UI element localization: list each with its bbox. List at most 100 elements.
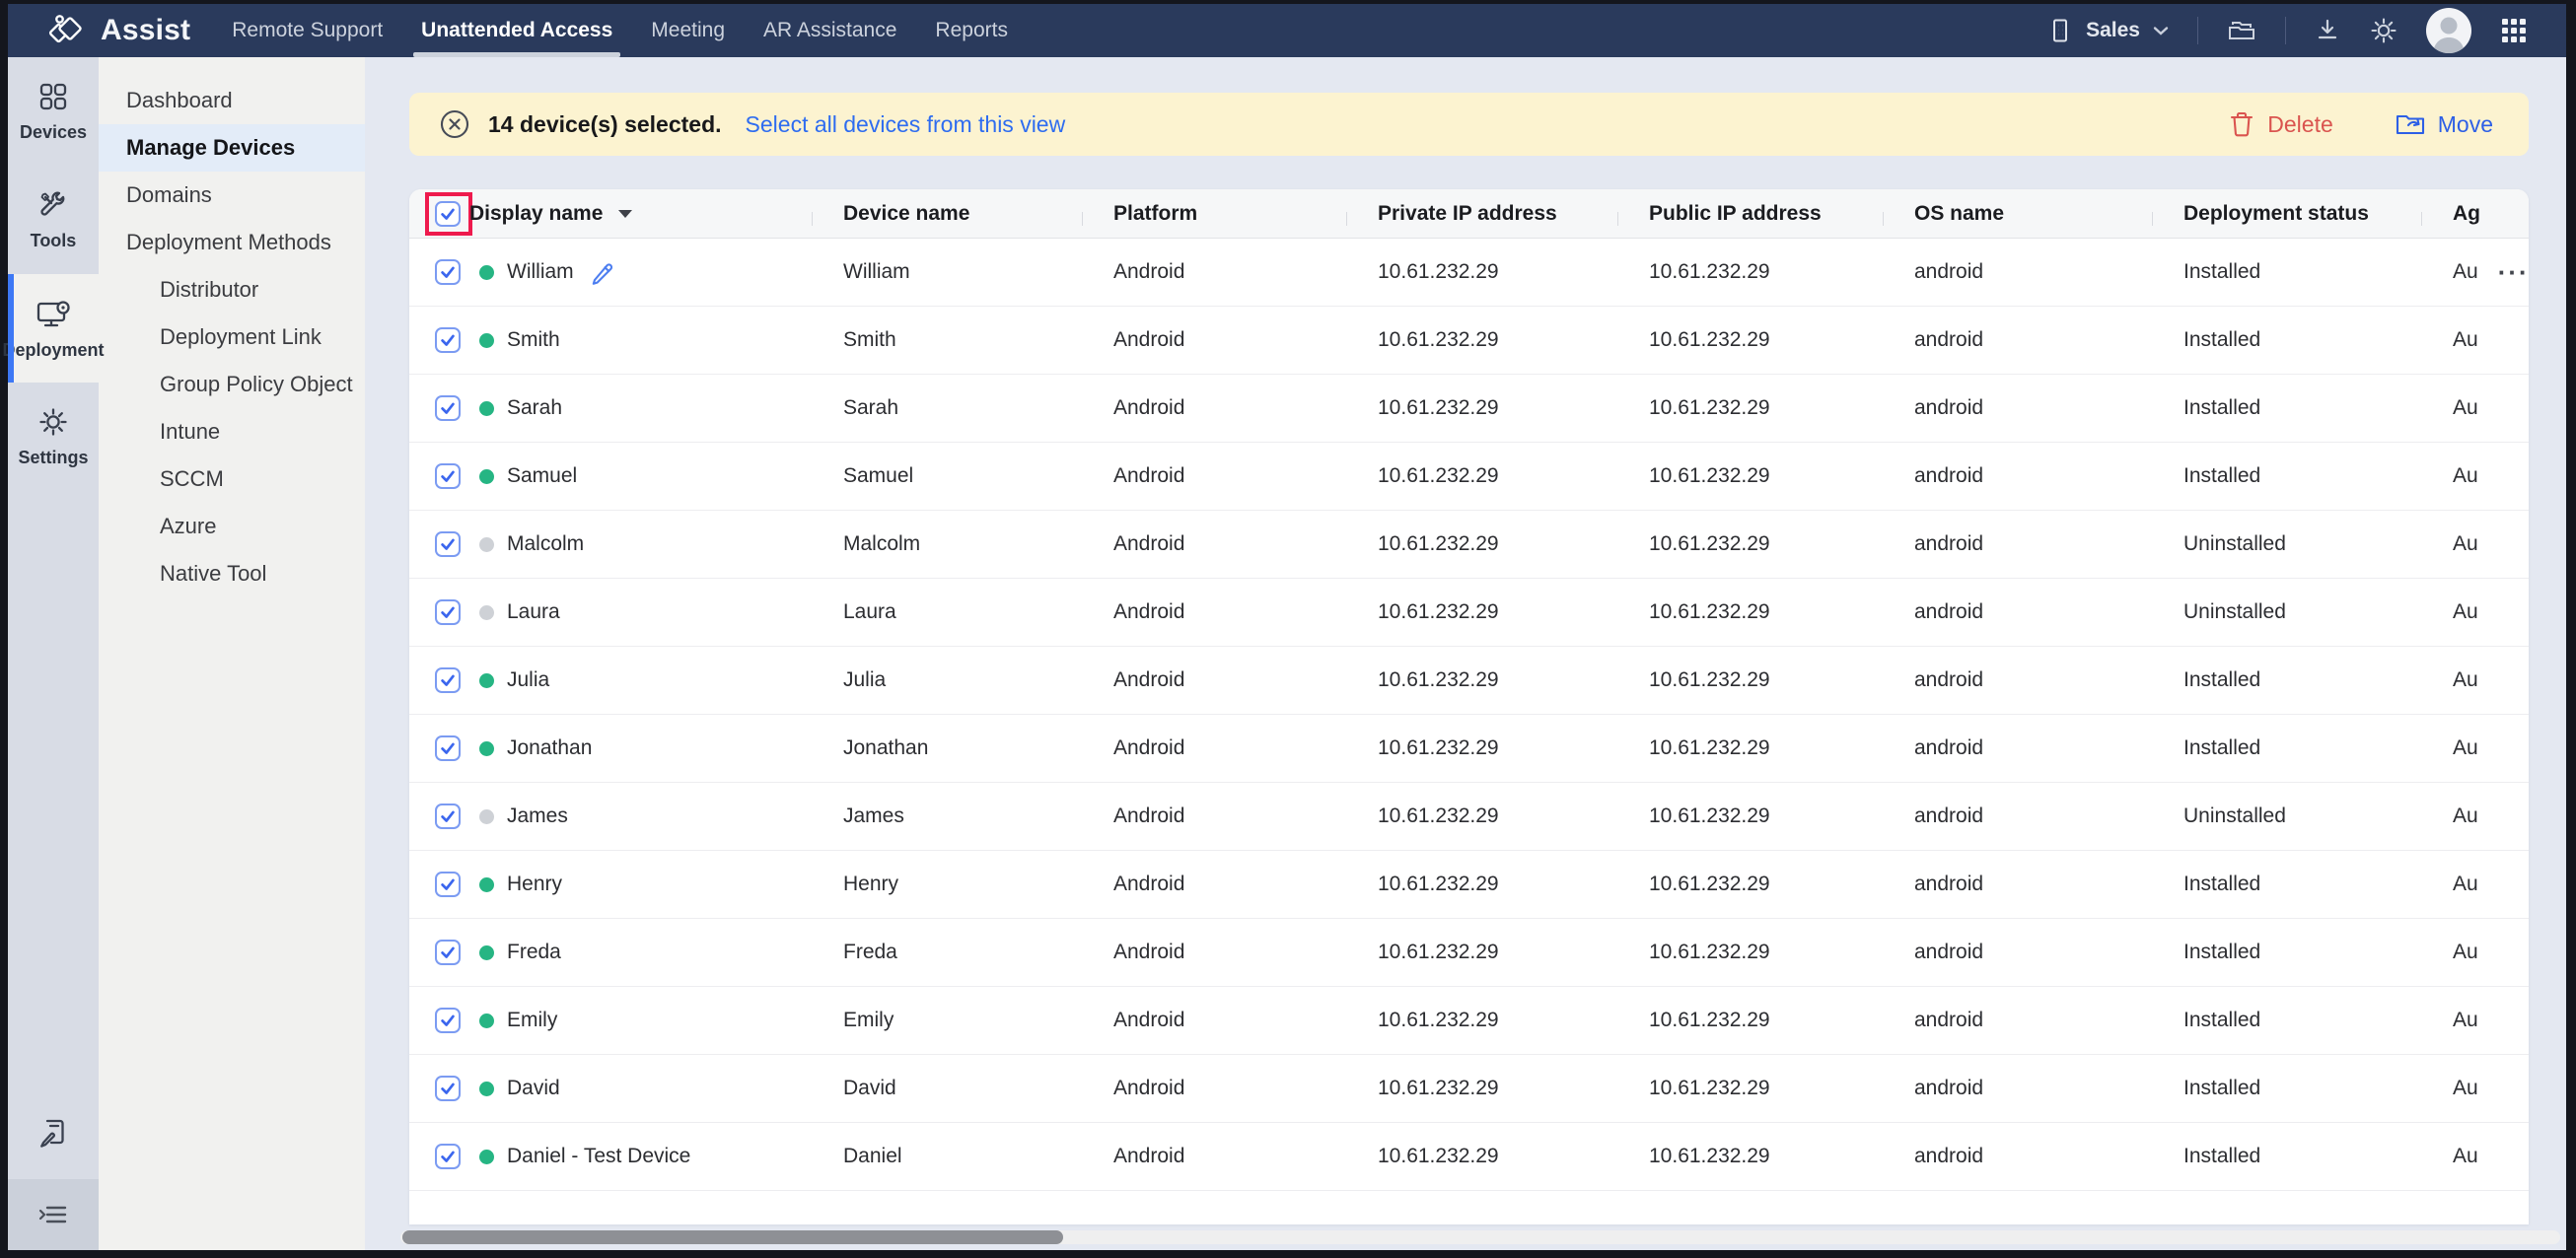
table-row[interactable]: Daniel - Test DeviceDanielAndroid10.61.2… [409,1123,2529,1191]
public-ip: 10.61.232.29 [1617,736,1883,760]
row-checkbox[interactable] [435,804,461,829]
divider [2197,17,2198,44]
table-row[interactable]: SmithSmithAndroid10.61.232.2910.61.232.2… [409,307,2529,375]
user-avatar[interactable] [2426,8,2471,53]
move-button[interactable]: Move [2395,110,2493,138]
row-checkbox[interactable] [435,395,461,421]
table-row[interactable]: FredaFredaAndroid10.61.232.2910.61.232.2… [409,919,2529,987]
row-more-actions-icon[interactable]: ··· [2498,259,2529,285]
rail-item-deployment[interactable]: Deployment [8,274,99,383]
os-name: android [1883,804,2152,828]
rail-item-tools[interactable]: Tools [8,166,99,274]
status-dot-online [479,945,494,960]
display-name: Samuel [507,464,577,488]
row-checkbox[interactable] [435,1076,461,1101]
public-ip: 10.61.232.29 [1617,1009,1883,1032]
table-row[interactable]: HenryHenryAndroid10.61.232.2910.61.232.2… [409,851,2529,919]
platform: Android [1082,1145,1346,1168]
status-dot-offline [479,605,494,620]
table-row[interactable]: SarahSarahAndroid10.61.232.2910.61.232.2… [409,375,2529,443]
table-row[interactable]: LauraLauraAndroid10.61.232.2910.61.232.2… [409,579,2529,647]
scrollbar-thumb[interactable] [402,1230,1063,1244]
settings-gear-icon[interactable] [2369,16,2398,45]
portal-selector[interactable]: Sales [2046,17,2170,44]
table-row[interactable]: MalcolmMalcolmAndroid10.61.232.2910.61.2… [409,511,2529,579]
session-notes-icon[interactable] [8,1084,99,1179]
agent-value: Au [2453,873,2478,896]
tab-reports[interactable]: Reports [935,4,1008,57]
select-all-link[interactable]: Select all devices from this view [746,111,1066,138]
sidebar-item-domains[interactable]: Domains [99,172,365,219]
sidebar-item-sccm[interactable]: SCCM [99,455,365,503]
row-checkbox[interactable] [435,872,461,897]
sidebar-item-azure[interactable]: Azure [99,503,365,550]
table-row[interactable]: SamuelSamuelAndroid10.61.232.2910.61.232… [409,443,2529,511]
delete-label: Delete [2267,111,2332,138]
table-row[interactable]: WilliamWilliamAndroid10.61.232.2910.61.2… [409,239,2529,307]
table-row[interactable]: EmilyEmilyAndroid10.61.232.2910.61.232.2… [409,987,2529,1055]
row-checkbox[interactable] [435,1144,461,1169]
sidebar-item-native-tool[interactable]: Native Tool [99,550,365,597]
agent-value: Au [2453,736,2478,760]
sidebar-item-intune[interactable]: Intune [99,408,365,455]
tab-remote-support[interactable]: Remote Support [232,4,383,57]
public-ip: 10.61.232.29 [1617,464,1883,488]
public-ip: 10.61.232.29 [1617,396,1883,420]
delete-button[interactable]: Delete [2228,109,2332,139]
table-row[interactable]: JamesJamesAndroid10.61.232.2910.61.232.2… [409,783,2529,851]
deployment-status: Installed [2152,668,2421,692]
sidebar-item-deployment-link[interactable]: Deployment Link [99,314,365,361]
row-checkbox[interactable] [435,259,461,285]
status-dot-online [479,265,494,280]
public-ip: 10.61.232.29 [1617,873,1883,896]
table-row[interactable]: JuliaJuliaAndroid10.61.232.2910.61.232.2… [409,647,2529,715]
rail-item-devices[interactable]: Devices [8,57,99,166]
collapse-panel-icon[interactable] [8,1179,99,1250]
brand[interactable]: Assist [47,11,190,50]
edit-name-pencil-icon[interactable] [590,259,615,285]
row-checkbox[interactable] [435,1008,461,1033]
rail-item-settings[interactable]: Settings [8,383,99,491]
sidebar-item-group-policy-object[interactable]: Group Policy Object [99,361,365,408]
status-dot-online [479,1013,494,1028]
tab-meeting[interactable]: Meeting [651,4,725,57]
row-checkbox[interactable] [435,667,461,693]
platform: Android [1082,600,1346,624]
agent-value: Au [2453,260,2478,284]
platform: Android [1082,328,1346,352]
device-name: David [812,1077,1082,1100]
sort-caret-icon[interactable] [618,210,632,218]
download-icon[interactable] [2314,17,2341,44]
tab-unattended-access[interactable]: Unattended Access [421,4,612,57]
table-row[interactable]: JonathanJonathanAndroid10.61.232.2910.61… [409,715,2529,783]
column-header-display-name[interactable]: Display name [457,202,812,226]
private-ip: 10.61.232.29 [1346,873,1617,896]
row-checkbox[interactable] [435,327,461,353]
status-dot-online [479,741,494,756]
private-ip: 10.61.232.29 [1346,464,1617,488]
row-checkbox[interactable] [435,531,461,557]
public-ip: 10.61.232.29 [1617,260,1883,284]
rail-item-label: Tools [31,231,77,251]
public-ip: 10.61.232.29 [1617,804,1883,828]
scrollbar-track[interactable] [400,1230,2560,1244]
os-name: android [1883,600,2152,624]
row-checkbox[interactable] [435,940,461,965]
display-name: James [507,804,568,828]
folders-icon[interactable] [2226,17,2257,44]
table-row[interactable]: DavidDavidAndroid10.61.232.2910.61.232.2… [409,1055,2529,1123]
sidebar-item-distributor[interactable]: Distributor [99,266,365,314]
private-ip: 10.61.232.29 [1346,1077,1617,1100]
tab-ar-assistance[interactable]: AR Assistance [763,4,896,57]
sidebar-item-deployment-methods[interactable]: Deployment Methods [99,219,365,266]
circle-x-icon[interactable] [439,108,470,140]
row-checkbox[interactable] [435,735,461,761]
platform: Android [1082,736,1346,760]
os-name: android [1883,1077,2152,1100]
sidebar-item-dashboard[interactable]: Dashboard [99,77,365,124]
public-ip: 10.61.232.29 [1617,1145,1883,1168]
row-checkbox[interactable] [435,463,461,489]
row-checkbox[interactable] [435,599,461,625]
sidebar-item-manage-devices[interactable]: Manage Devices [99,124,365,172]
apps-grid-icon[interactable] [2499,16,2529,45]
